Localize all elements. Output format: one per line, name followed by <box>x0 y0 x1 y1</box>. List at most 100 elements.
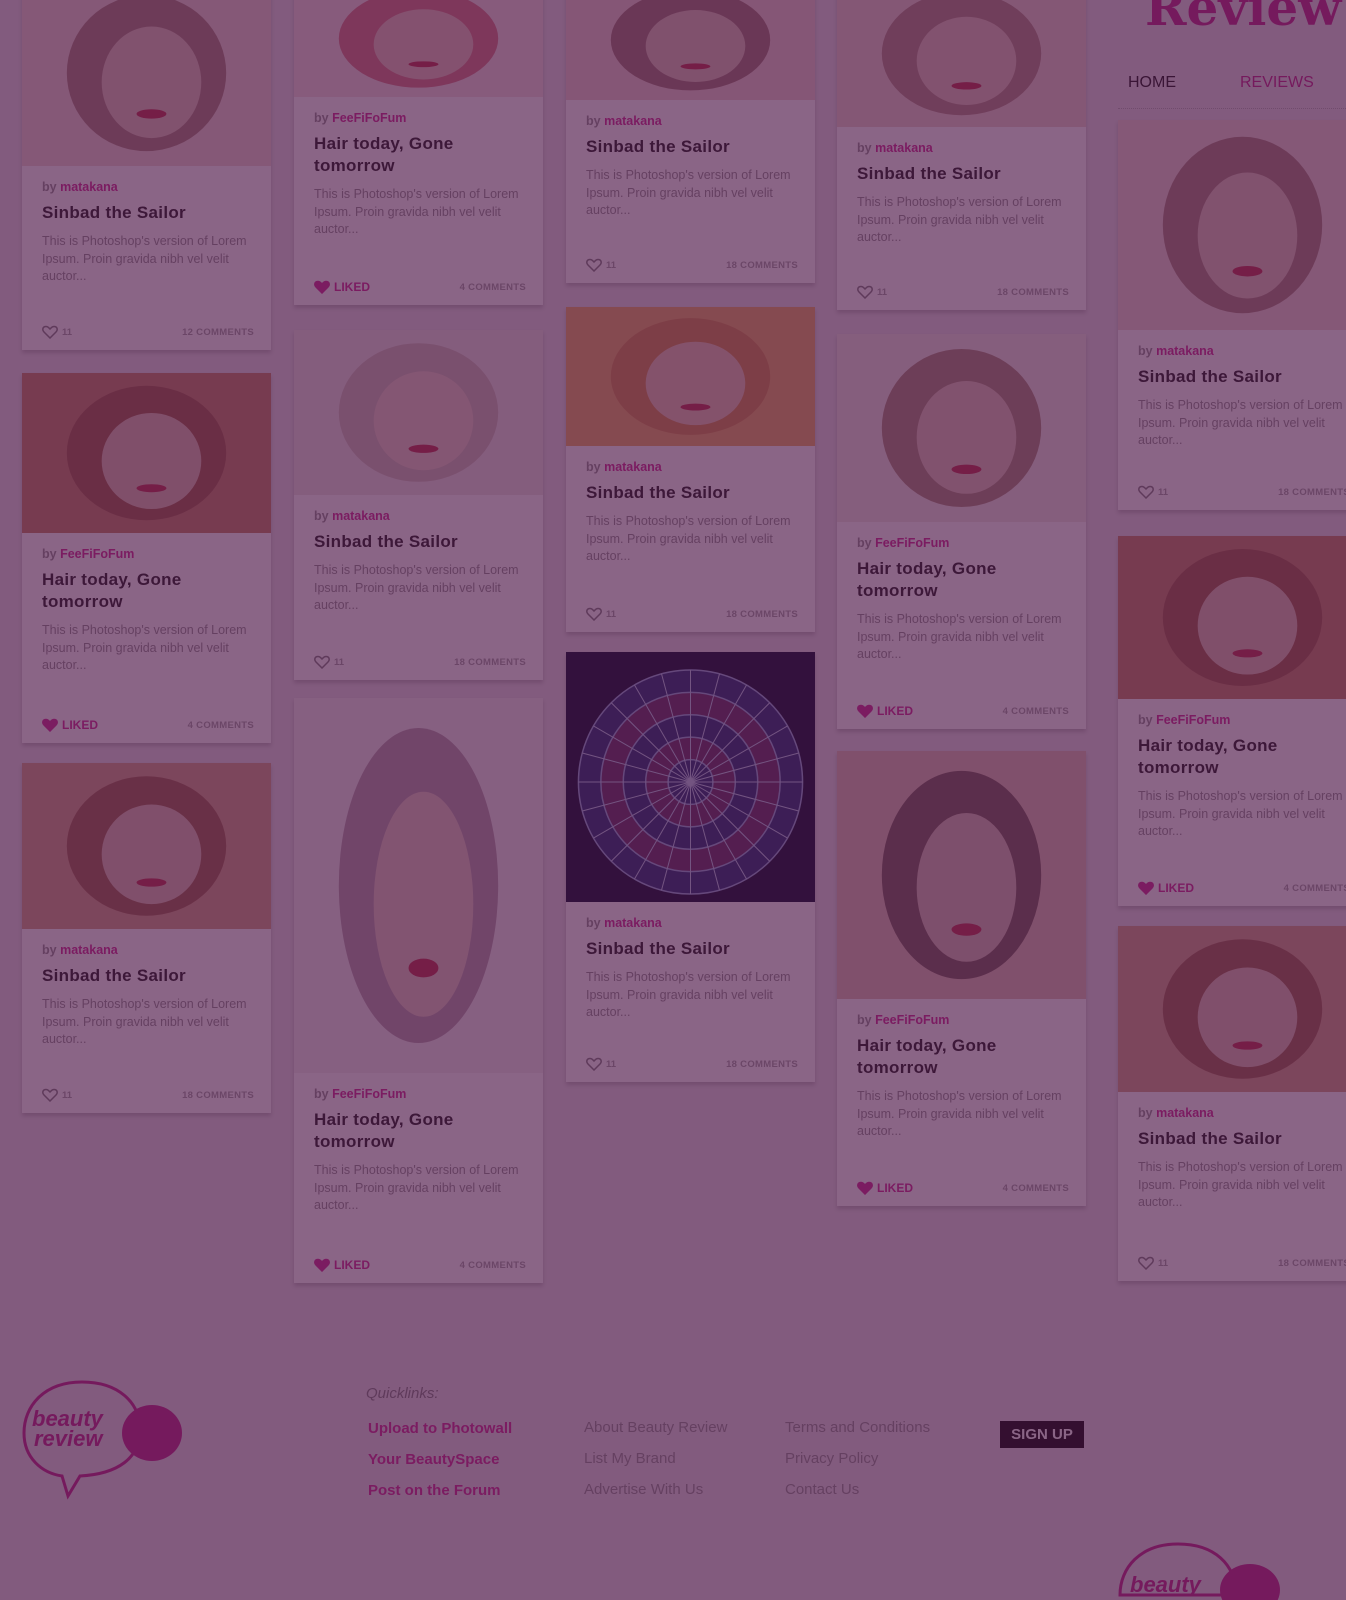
like-button[interactable]: 11 <box>586 258 616 272</box>
like-button[interactable]: 11 <box>314 655 344 669</box>
post-card[interactable]: by FeeFiFoFum Hair today, Gone tomorrow Th… <box>1118 536 1346 906</box>
footer-link-about[interactable]: About Beauty Review <box>584 1419 727 1436</box>
post-title[interactable]: Sinbad the Sailor <box>857 163 1066 185</box>
like-button[interactable]: LIKED <box>857 1181 913 1195</box>
author-link[interactable]: FeeFiFoFum <box>1156 713 1230 727</box>
post-card[interactable]: by FeeFiFoFum Hair today, Gone tomorrow Th… <box>294 698 543 1283</box>
nav-reviews[interactable]: REVIEWS <box>1240 74 1314 92</box>
post-card[interactable]: by FeeFiFoFum Hair today, Gone tomorrow Th… <box>22 373 271 743</box>
post-card[interactable]: by matakana Sinbad the Sailor This is Phot… <box>22 0 271 350</box>
author-link[interactable]: FeeFiFoFum <box>875 536 949 550</box>
author-link[interactable]: matakana <box>332 509 390 523</box>
comment-count[interactable]: 4 COMMENTS <box>188 720 254 731</box>
post-title[interactable]: Hair today, Gone tomorrow <box>1138 735 1346 779</box>
comment-count[interactable]: 18 COMMENTS <box>997 287 1069 298</box>
woman-lips-hair-over-eyes-photo[interactable] <box>1118 536 1346 699</box>
comment-count[interactable]: 4 COMMENTS <box>1003 1183 1069 1194</box>
red-lips-makeup-photo[interactable] <box>294 0 543 97</box>
comment-count[interactable]: 4 COMMENTS <box>1003 706 1069 717</box>
post-card[interactable]: by matakana Sinbad the Sailor This is Phot… <box>1118 926 1346 1281</box>
quicklink-forum[interactable]: Post on the Forum <box>368 1482 501 1499</box>
author-link[interactable]: FeeFiFoFum <box>332 111 406 125</box>
comment-count[interactable]: 18 COMMENTS <box>182 1090 254 1101</box>
auburn-curly-woman-photo[interactable] <box>22 763 271 929</box>
quicklink-upload[interactable]: Upload to Photowall <box>368 1420 512 1437</box>
quicklink-beautyspace[interactable]: Your BeautySpace <box>368 1451 499 1468</box>
woman-resting-face-photo[interactable] <box>837 0 1086 127</box>
nav-home[interactable]: HOME <box>1128 74 1176 92</box>
footer-link-list-brand[interactable]: List My Brand <box>584 1450 676 1467</box>
post-title[interactable]: Hair today, Gone tomorrow <box>314 1109 523 1153</box>
author-link[interactable]: FeeFiFoFum <box>60 547 134 561</box>
like-button[interactable]: 11 <box>1138 485 1168 499</box>
post-card[interactable]: by matakana Sinbad the Sailor This is Phot… <box>1118 120 1346 510</box>
signup-button[interactable]: SIGN UP <box>1000 1421 1084 1448</box>
like-button[interactable]: 11 <box>42 1088 72 1102</box>
comment-count[interactable]: 18 COMMENTS <box>726 260 798 271</box>
like-button[interactable]: LIKED <box>314 1258 370 1272</box>
like-button[interactable]: LIKED <box>857 704 913 718</box>
post-card[interactable]: by matakana Sinbad the Sailor This is Phot… <box>566 307 815 632</box>
golden-hair-woman-photo[interactable] <box>566 307 815 446</box>
post-title[interactable]: Sinbad the Sailor <box>42 202 251 224</box>
post-title[interactable]: Hair today, Gone tomorrow <box>857 558 1066 602</box>
finger-on-lips-photo[interactable] <box>566 0 815 100</box>
post-card[interactable]: by matakana Sinbad the Sailor This is Phot… <box>837 0 1086 310</box>
like-button[interactable]: LIKED <box>1138 881 1194 895</box>
post-card[interactable]: by matakana Sinbad the Sailor This is Phot… <box>566 652 815 1082</box>
footer-logo-secondary[interactable]: beauty <box>1118 1540 1280 1600</box>
post-card[interactable]: by matakana Sinbad the Sailor This is Phot… <box>294 330 543 680</box>
big-curly-hair-photo[interactable] <box>837 334 1086 522</box>
comment-count[interactable]: 18 COMMENTS <box>1278 487 1346 498</box>
footer-link-privacy[interactable]: Privacy Policy <box>785 1450 878 1467</box>
author-link[interactable]: matakana <box>875 141 933 155</box>
post-card[interactable]: by matakana Sinbad the Sailor This is Phot… <box>22 763 271 1113</box>
like-button[interactable]: LIKED <box>42 718 98 732</box>
footer-logo[interactable]: beauty review <box>22 1378 184 1502</box>
post-card[interactable]: by FeeFiFoFum Hair today, Gone tomorrow Th… <box>837 751 1086 1206</box>
post-title[interactable]: Sinbad the Sailor <box>1138 366 1346 388</box>
post-title[interactable]: Hair today, Gone tomorrow <box>857 1035 1066 1079</box>
author-link[interactable]: matakana <box>604 114 662 128</box>
post-title[interactable]: Sinbad the Sailor <box>586 482 795 504</box>
author-link[interactable]: matakana <box>60 180 118 194</box>
like-button[interactable]: 11 <box>586 1057 616 1071</box>
footer-link-terms[interactable]: Terms and Conditions <box>785 1419 930 1436</box>
auburn-curly-woman-photo[interactable] <box>1118 926 1346 1092</box>
post-card[interactable]: by FeeFiFoFum Hair today, Gone tomorrow Th… <box>294 0 543 305</box>
like-button[interactable]: 11 <box>1138 1256 1168 1270</box>
comment-count[interactable]: 18 COMMENTS <box>1278 1258 1346 1269</box>
woman-lips-hair-over-eyes-photo[interactable] <box>22 373 271 533</box>
author-link[interactable]: matakana <box>1156 344 1214 358</box>
post-title[interactable]: Sinbad the Sailor <box>314 531 523 553</box>
post-title[interactable]: Hair today, Gone tomorrow <box>42 569 251 613</box>
comment-count[interactable]: 12 COMMENTS <box>182 327 254 338</box>
post-title[interactable]: Sinbad the Sailor <box>42 965 251 987</box>
comment-count[interactable]: 4 COMMENTS <box>460 1260 526 1271</box>
post-title[interactable]: Hair today, Gone tomorrow <box>314 133 523 177</box>
braided-hairstyle-photo[interactable] <box>294 330 543 495</box>
post-title[interactable]: Sinbad the Sailor <box>586 938 795 960</box>
author-link[interactable]: matakana <box>604 916 662 930</box>
comment-count[interactable]: 18 COMMENTS <box>454 657 526 668</box>
comment-count[interactable]: 4 COMMENTS <box>460 282 526 293</box>
like-button[interactable]: 11 <box>857 285 887 299</box>
like-button[interactable]: LIKED <box>314 280 370 294</box>
footer-link-advertise[interactable]: Advertise With Us <box>584 1481 703 1498</box>
comment-count[interactable]: 18 COMMENTS <box>726 609 798 620</box>
post-title[interactable]: Sinbad the Sailor <box>586 136 795 158</box>
woman-with-daisy-photo[interactable] <box>22 0 271 166</box>
like-button[interactable]: 11 <box>586 607 616 621</box>
author-link[interactable]: matakana <box>1156 1106 1214 1120</box>
author-link[interactable]: matakana <box>60 943 118 957</box>
author-link[interactable]: matakana <box>604 460 662 474</box>
comment-count[interactable]: 4 COMMENTS <box>1284 883 1346 894</box>
author-link[interactable]: FeeFiFoFum <box>875 1013 949 1027</box>
woman-with-daisy-photo[interactable] <box>1118 120 1346 330</box>
footer-link-contact[interactable]: Contact Us <box>785 1481 859 1498</box>
comment-count[interactable]: 18 COMMENTS <box>726 1059 798 1070</box>
site-brand[interactable]: Review <box>1145 0 1341 37</box>
post-title[interactable]: Sinbad the Sailor <box>1138 1128 1346 1150</box>
woman-yellow-flower-photo[interactable] <box>837 751 1086 999</box>
post-card[interactable]: by matakana Sinbad the Sailor This is Phot… <box>566 0 815 283</box>
